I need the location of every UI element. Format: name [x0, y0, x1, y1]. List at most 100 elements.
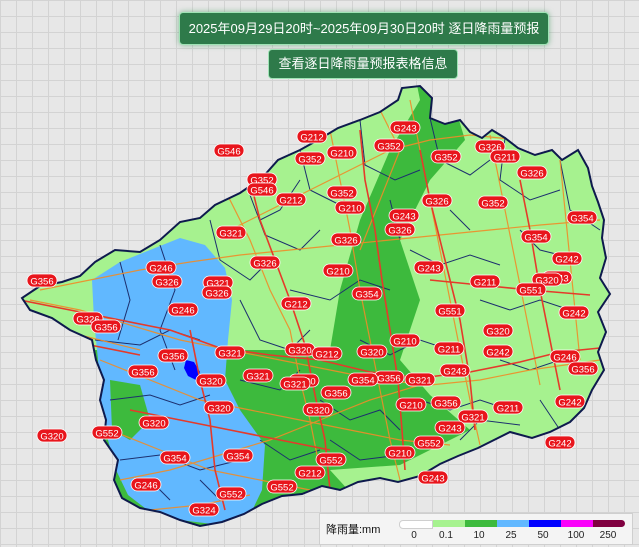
road-label-g242: G242: [551, 251, 583, 266]
svg-text:G210: G210: [338, 204, 361, 215]
road-label-g326: G326: [201, 285, 233, 300]
svg-text:G243: G243: [393, 124, 416, 135]
svg-text:G243: G243: [392, 212, 415, 223]
svg-text:G210: G210: [326, 267, 349, 278]
road-label-g324: G324: [188, 502, 220, 517]
svg-text:G246: G246: [149, 264, 172, 275]
svg-text:G551: G551: [438, 307, 461, 318]
legend-tick-3: 25: [505, 530, 517, 541]
road-label-g326: G326: [249, 255, 281, 270]
road-label-g242: G242: [544, 435, 576, 450]
svg-text:G356: G356: [571, 365, 594, 376]
road-label-g242: G242: [558, 305, 590, 320]
road-label-g211: G211: [433, 341, 465, 356]
svg-text:G326: G326: [155, 278, 178, 289]
svg-text:G326: G326: [520, 169, 543, 180]
svg-text:G354: G354: [570, 214, 593, 225]
road-label-g552: G552: [266, 479, 298, 494]
road-label-g211: G211: [489, 149, 521, 164]
road-label-g326: G326: [516, 165, 548, 180]
road-label-g356: G356: [373, 370, 405, 385]
svg-text:G243: G243: [443, 367, 466, 378]
svg-text:G356: G356: [161, 352, 184, 363]
road-label-g352: G352: [477, 195, 509, 210]
svg-text:G352: G352: [377, 142, 400, 153]
svg-text:G320: G320: [288, 346, 311, 357]
svg-text:G320: G320: [40, 432, 63, 443]
svg-text:G321: G321: [408, 376, 431, 387]
svg-text:G211: G211: [494, 153, 517, 164]
rainfall-legend: 降雨量:mm 0 0.1 10 25 50 100 250: [319, 513, 633, 545]
svg-text:G212: G212: [284, 300, 307, 311]
svg-text:G352: G352: [298, 155, 321, 166]
svg-text:G320: G320: [306, 406, 329, 417]
legend-color-bar: [399, 520, 625, 529]
svg-text:G352: G352: [330, 189, 353, 200]
svg-text:G212: G212: [300, 133, 323, 144]
road-label-g356: G356: [90, 319, 122, 334]
svg-text:G320: G320: [486, 327, 509, 338]
road-label-g243: G243: [389, 120, 421, 135]
svg-text:G356: G356: [377, 374, 400, 385]
road-label-g320: G320: [284, 342, 316, 357]
legend-tick-2: 10: [473, 530, 485, 541]
svg-text:G551: G551: [519, 286, 542, 297]
rainfall-map[interactable]: G212 G243 G326 G546 G352 G210 G211 G352 G352 G326…: [0, 0, 639, 547]
svg-text:G356: G356: [94, 323, 117, 334]
view-table-button[interactable]: 查看逐日降雨量预报表格信息: [268, 49, 458, 79]
svg-text:G356: G356: [30, 277, 53, 288]
svg-text:G242: G242: [486, 348, 509, 359]
svg-text:G552: G552: [417, 439, 440, 450]
road-label-g246: G246: [549, 349, 581, 364]
svg-text:G354: G354: [226, 452, 249, 463]
svg-text:G242: G242: [555, 255, 578, 266]
svg-text:G243: G243: [421, 474, 444, 485]
road-label-g212: G212: [294, 465, 326, 480]
road-label-g212: G212: [296, 129, 328, 144]
forecast-title: 2025年09月29日20时~2025年09月30日20时 逐日降雨量预报: [179, 12, 549, 45]
svg-text:G552: G552: [319, 456, 342, 467]
road-label-g552: G552: [413, 435, 445, 450]
road-label-g326: G326: [384, 222, 416, 237]
svg-text:G210: G210: [393, 337, 416, 348]
road-label-g246: G246: [145, 260, 177, 275]
svg-text:G242: G242: [548, 439, 571, 450]
svg-text:G246: G246: [171, 306, 194, 317]
road-label-g354: G354: [520, 229, 552, 244]
road-label-g320: G320: [203, 400, 235, 415]
road-label-g354: G354: [347, 372, 379, 387]
svg-text:G326: G326: [334, 236, 357, 247]
svg-text:G321: G321: [461, 413, 484, 424]
road-label-g242: G242: [554, 394, 586, 409]
road-label-g210: G210: [326, 145, 358, 160]
road-label-g321: G321: [215, 225, 247, 240]
road-label-g320: G320: [302, 402, 334, 417]
svg-text:G352: G352: [481, 199, 504, 210]
svg-text:G321: G321: [246, 372, 269, 383]
road-label-g551: G551: [515, 282, 547, 297]
road-label-g212: G212: [275, 192, 307, 207]
road-label-g326: G326: [330, 232, 362, 247]
road-label-g243: G243: [413, 260, 445, 275]
legend-title: 降雨量:mm: [326, 524, 381, 536]
svg-text:G552: G552: [219, 490, 242, 501]
road-label-g321: G321: [404, 372, 436, 387]
road-label-g211: G211: [492, 400, 524, 415]
road-label-g210: G210: [334, 200, 366, 215]
road-label-g551: G551: [434, 303, 466, 318]
road-label-g552: G552: [315, 452, 347, 467]
road-label-g210: G210: [389, 333, 421, 348]
svg-text:G242: G242: [558, 398, 581, 409]
road-label-g321: G321: [214, 345, 246, 360]
road-label-g320: G320: [356, 344, 388, 359]
svg-text:G326: G326: [425, 197, 448, 208]
svg-text:G356: G356: [131, 368, 154, 379]
road-label-g356: G356: [567, 361, 599, 376]
svg-text:G321: G321: [218, 349, 241, 360]
road-label-g243: G243: [417, 470, 449, 485]
road-label-g242: G242: [482, 344, 514, 359]
road-label-g243: G243: [434, 420, 466, 435]
road-label-g210: G210: [395, 397, 427, 412]
road-label-g246: G246: [167, 302, 199, 317]
legend-swatch-1: [433, 520, 465, 527]
